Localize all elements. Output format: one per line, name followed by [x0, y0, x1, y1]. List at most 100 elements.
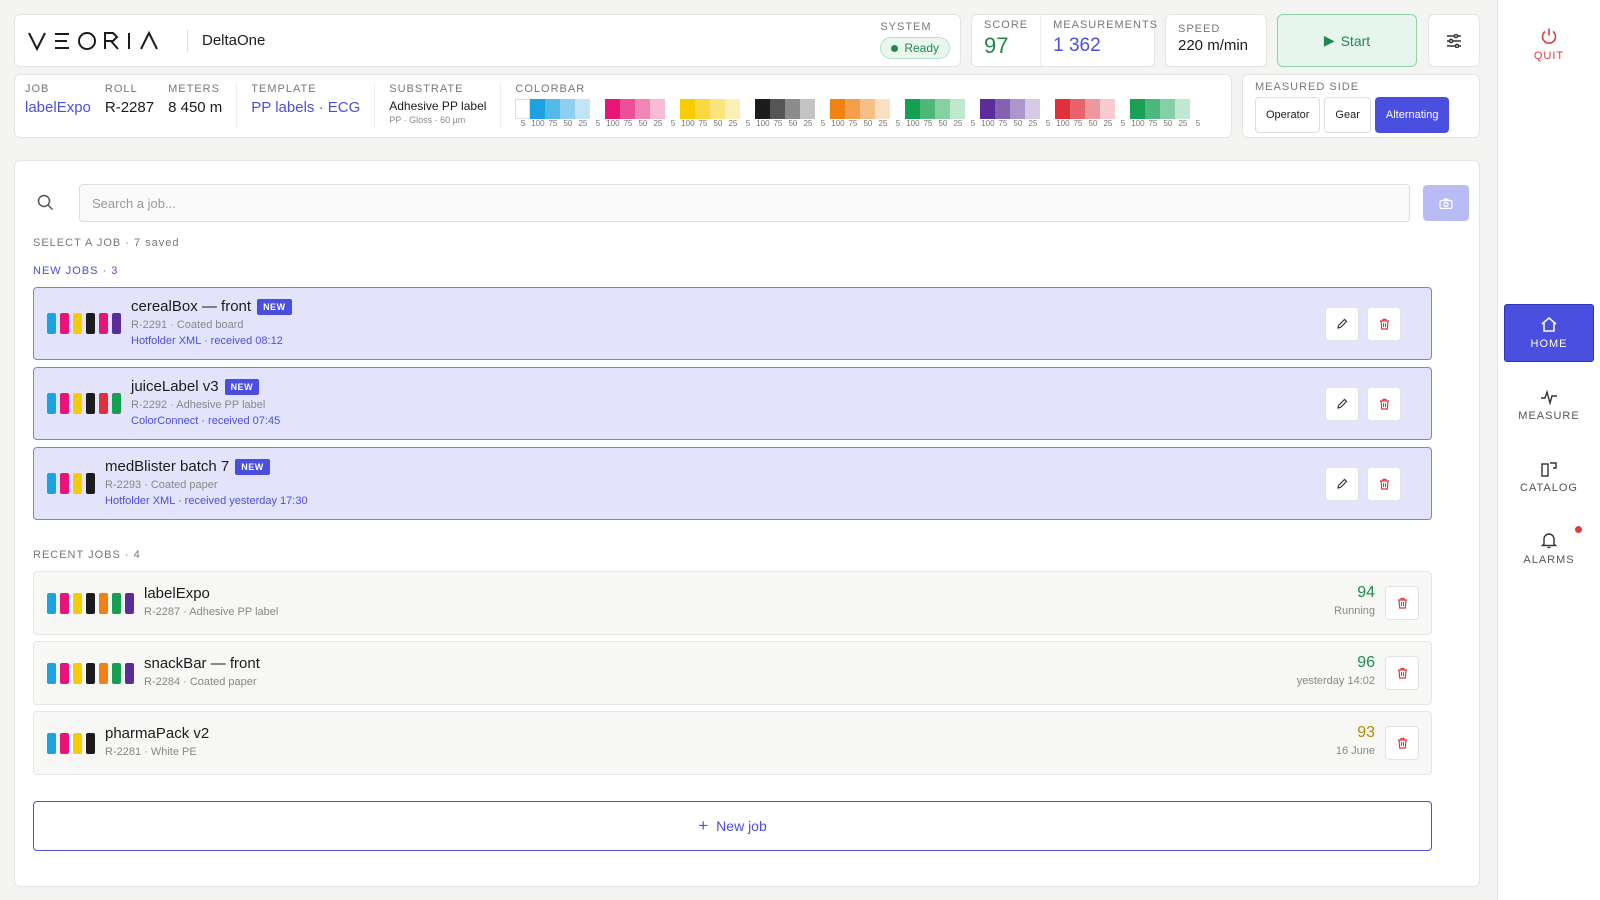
colorbar-tick: 50: [1088, 119, 1098, 128]
settings-button[interactable]: [1428, 14, 1480, 67]
score-stat: SCORE 97: [972, 15, 1040, 66]
ink-color-bar: [86, 593, 95, 614]
new-job-button[interactable]: + New job: [33, 801, 1432, 851]
nav-measure[interactable]: MEASURE: [1504, 376, 1594, 434]
job-score: 94 Running: [1334, 584, 1375, 617]
scan-button[interactable]: [1423, 185, 1469, 221]
nav-catalog-label: CATALOG: [1520, 481, 1578, 494]
pencil-icon: [1337, 478, 1348, 489]
brand-card: DeltaOne SYSTEM Ready: [14, 14, 961, 67]
measured-side-gear[interactable]: Gear: [1324, 97, 1371, 133]
substrate-value: Adhesive PP label: [389, 99, 487, 113]
delete-button[interactable]: [1385, 656, 1419, 690]
new-badge: NEW: [224, 378, 260, 395]
measured-side-card: MEASURED SIDE Operator Gear Alternating: [1242, 74, 1480, 138]
colorbar-tick: 25: [1103, 119, 1113, 128]
colorbar-substrate-patch: S: [515, 99, 531, 128]
colorbar-tick: 75: [1073, 119, 1083, 128]
nav-alarms[interactable]: ALARMS: [1504, 520, 1594, 578]
ink-color-bar: [99, 663, 108, 684]
nav-alarms-label: ALARMS: [1523, 554, 1575, 566]
colorbar-swatch: [545, 99, 561, 119]
measured-side-alternating[interactable]: Alternating: [1374, 97, 1450, 133]
edit-button[interactable]: [1325, 387, 1359, 421]
colorbar-tick: 100: [681, 119, 695, 128]
colorbar-group: 100 75 50 25 5: [1130, 99, 1206, 128]
job-title: pharmaPack v2: [105, 725, 210, 742]
edit-button[interactable]: [1325, 307, 1359, 341]
colorbar-swatch: [1070, 99, 1086, 119]
ink-color-bar: [60, 663, 69, 684]
colorbar-swatch: [1190, 99, 1206, 119]
ink-bars: [47, 733, 95, 754]
colorbar-swatch: [665, 99, 681, 119]
delete-button[interactable]: [1385, 586, 1419, 620]
job-title: juiceLabel v3: [131, 378, 219, 395]
substrate-field: SUBSTRATE Adhesive PP label PP · Gloss ·…: [389, 83, 486, 129]
job-field: JOB labelExpo: [25, 83, 91, 129]
speed-label: SPEED: [1178, 23, 1221, 35]
ink-bars: [47, 663, 134, 684]
recent-job-row[interactable]: labelExpo R-2287 · Adhesive PP label 94 Run…: [33, 571, 1432, 635]
colorbar-field: COLORBAR S 100 75 50 25 5 100 75 50 25 5 100 75 50 25 5…: [515, 83, 1206, 129]
search-icon: [37, 194, 54, 211]
colorbar-group: 100 75 50 25 5: [905, 99, 981, 128]
trash-icon: [1397, 597, 1407, 609]
search-input[interactable]: [79, 184, 1410, 222]
colorbar-tick: 50: [1013, 119, 1023, 128]
job-text: medBlister batch 7 NEW R-2293 · Coated pap…: [105, 458, 308, 507]
meters-field: METERS 8 450 m: [168, 83, 222, 129]
new-badge: NEW: [257, 298, 292, 315]
status-badge: Ready: [880, 37, 950, 59]
delete-button[interactable]: [1385, 726, 1419, 760]
job-value[interactable]: labelExpo: [25, 99, 91, 116]
roll-value: R-2287: [104, 99, 155, 116]
delete-button[interactable]: [1367, 387, 1401, 421]
nav-quit[interactable]: QUIT: [1504, 15, 1594, 73]
colorbar-swatch: [710, 99, 726, 119]
colorbar-label: COLORBAR: [515, 83, 586, 95]
trash-icon: [1379, 478, 1389, 490]
colorbar-swatch: [530, 99, 546, 119]
colorbar-swatch: [575, 99, 591, 119]
edit-button[interactable]: [1325, 467, 1359, 501]
ink-color-bar: [86, 473, 95, 494]
colorbar-tick: 100: [981, 119, 995, 128]
colorbar-strip: S 100 75 50 25 5 100 75 50 25 5 100 75 50 25 5 100 75 50 25…: [515, 99, 1206, 128]
recent-job-row[interactable]: snackBar — front R-2284 · Coated paper 96 y…: [33, 641, 1432, 705]
delete-button[interactable]: [1367, 307, 1401, 341]
score-value: 97: [984, 33, 1009, 58]
template-value[interactable]: PP labels · ECG: [251, 99, 360, 116]
new-job-row[interactable]: cerealBox — front NEW R-2291 · Coated boar…: [33, 287, 1432, 360]
ink-bars: [47, 593, 134, 614]
colorbar-swatch: [830, 99, 846, 119]
nav-catalog[interactable]: CATALOG: [1504, 448, 1594, 506]
job-text: labelExpo R-2287 · Adhesive PP label: [144, 585, 278, 618]
new-job-row[interactable]: juiceLabel v3 NEW R-2292 · Adhesive PP lab…: [33, 367, 1432, 440]
template-label: TEMPLATE: [251, 83, 317, 95]
recent-job-row[interactable]: pharmaPack v2 R-2281 · White PE 93 16 June: [33, 711, 1432, 775]
colorbar-tick: 100: [606, 119, 620, 128]
nav-home[interactable]: HOME: [1504, 304, 1594, 362]
speed-card: SPEED 220 m/min: [1165, 14, 1267, 67]
measured-side-operator[interactable]: Operator: [1255, 97, 1321, 133]
job-name: cerealBox — front NEW: [131, 298, 292, 315]
colorbar-swatch: [1130, 99, 1146, 119]
brand-separator: [187, 29, 188, 52]
pulse-icon: [1541, 389, 1557, 405]
colorbar-tick: 5: [1195, 119, 1201, 128]
veoria-logo: [28, 30, 158, 51]
colorbar-tick: 25: [653, 119, 663, 128]
delete-button[interactable]: [1367, 467, 1401, 501]
colorbar-tick: 25: [878, 119, 888, 128]
new-job-row[interactable]: medBlister batch 7 NEW R-2293 · Coated pap…: [33, 447, 1432, 520]
roll-field: ROLL R-2287: [105, 83, 154, 129]
start-button[interactable]: ▶ Start: [1277, 14, 1417, 67]
colorbar-swatch: [980, 99, 996, 119]
colorbar-swatch: [1100, 99, 1116, 119]
colorbar-tick: 5: [970, 119, 976, 128]
colorbar-tick: 75: [1148, 119, 1158, 128]
colorbar-group: 100 75 50 25 5: [755, 99, 831, 128]
colorbar-tick: 75: [623, 119, 633, 128]
divider: [500, 83, 502, 129]
